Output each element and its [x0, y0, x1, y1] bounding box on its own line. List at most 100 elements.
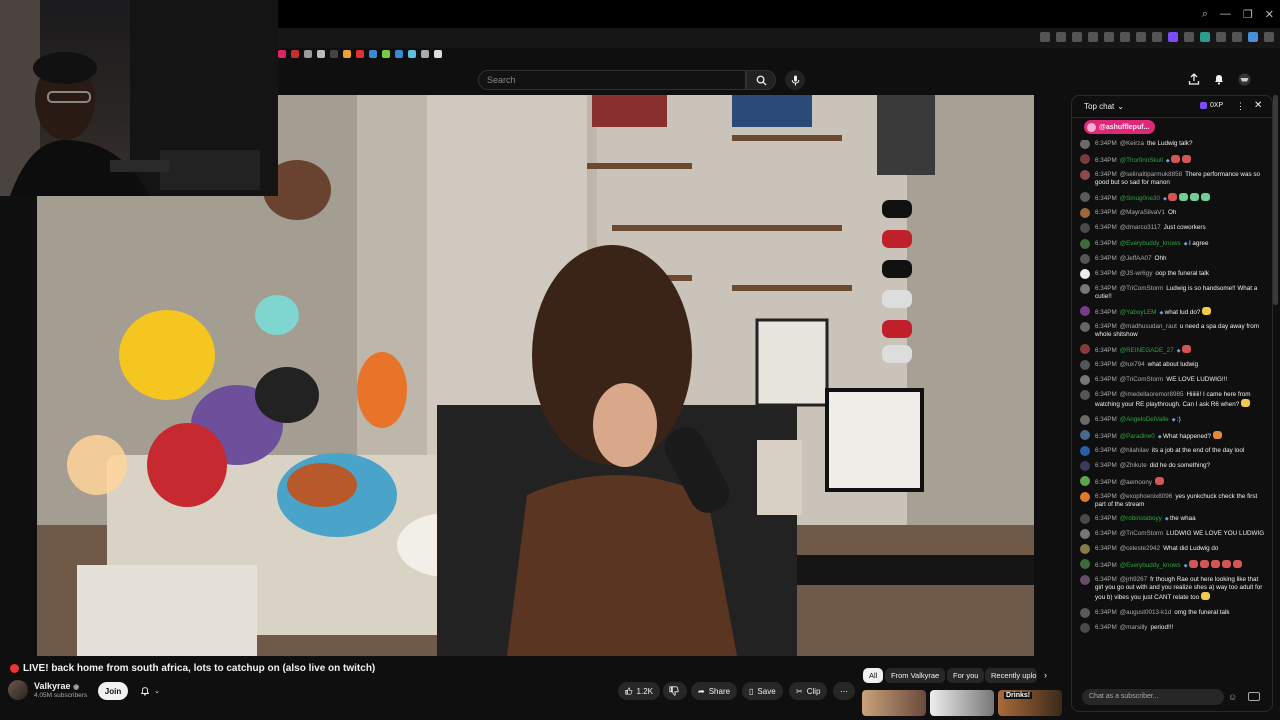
chat-message[interactable]: 6:34PM @Paradine0 ◆ What happened? [1080, 429, 1268, 441]
user-avatar[interactable] [1080, 154, 1090, 165]
user-avatar[interactable] [1080, 559, 1090, 570]
user-avatar[interactable] [1080, 390, 1090, 401]
user-avatar[interactable] [1080, 238, 1090, 249]
bookmark-icon[interactable] [304, 50, 312, 58]
user-avatar[interactable] [1080, 514, 1090, 525]
extension-icon[interactable] [1200, 32, 1210, 42]
user-avatar[interactable] [1080, 223, 1090, 234]
extension-icon[interactable] [1088, 32, 1098, 42]
account-avatar-icon[interactable] [1238, 73, 1251, 86]
channel-avatar[interactable] [8, 680, 28, 700]
extension-icon[interactable] [1072, 32, 1082, 42]
search-icon[interactable]: ⌕ [1202, 8, 1208, 21]
extension-icon[interactable] [1136, 32, 1146, 42]
chat-message[interactable]: 6:34PM @robinstaboyy ◆ the whaa [1080, 514, 1268, 525]
channel-points[interactable]: 0XP [1200, 102, 1223, 109]
chat-message[interactable]: 6:34PM @imedellaoremor8985 Hiiiiii! I came… [1080, 390, 1268, 409]
bookmark-icon[interactable] [434, 50, 442, 58]
chip-for-you[interactable]: For you [947, 668, 985, 683]
chat-message[interactable]: 6:34PM @exophoenix8096 yes yunkchuck check… [1080, 491, 1268, 509]
extension-icon[interactable] [1104, 32, 1114, 42]
video-thumbnail[interactable] [930, 690, 994, 716]
chat-mode-dropdown[interactable]: Top chat ⌄ [1084, 102, 1124, 111]
chat-message[interactable]: 6:34PM @REINEGADE_27 ◆ [1080, 344, 1268, 355]
bookmark-icon[interactable] [408, 50, 416, 58]
message-author[interactable]: @exophoenix8096 [1120, 493, 1173, 500]
user-avatar[interactable] [1080, 140, 1090, 149]
message-author[interactable]: @selinaltiparmuk8858 [1120, 171, 1182, 178]
chat-message[interactable]: 6:34PM @jrh9267 fr though Rae out here loo… [1080, 575, 1268, 602]
extension-icon[interactable] [1216, 32, 1226, 42]
message-author[interactable]: @Everybuddy_knows [1120, 240, 1181, 247]
bookmark-icon[interactable] [278, 50, 286, 58]
search-button[interactable] [746, 70, 776, 90]
subscription-bell-button[interactable]: ⌄ [134, 682, 166, 700]
user-avatar[interactable] [1080, 475, 1090, 486]
search-input[interactable]: Search [478, 70, 746, 90]
bookmark-icon[interactable] [317, 50, 325, 58]
extension-icon[interactable] [1248, 32, 1258, 42]
chip-recently-uploaded[interactable]: Recently uplo [985, 668, 1037, 683]
chat-message[interactable]: 6:34PM @lux794 what about ludwig [1080, 360, 1268, 371]
extension-icon[interactable] [1168, 32, 1178, 42]
chat-message[interactable]: 6:34PM @celeste2942 What did Ludwig do [1080, 544, 1268, 555]
chat-message[interactable]: 6:34PM @TriComStorm WE LOVE LUDWIG!!! [1080, 375, 1268, 386]
save-button[interactable]: ▯ Save [742, 682, 783, 700]
message-author[interactable]: @imedellaoremor8985 [1120, 391, 1184, 398]
chip-all[interactable]: All [863, 668, 884, 683]
user-avatar[interactable] [1080, 192, 1090, 203]
message-author[interactable]: @Smug0ne30 [1120, 195, 1160, 202]
message-author[interactable]: @robinstaboyy [1120, 515, 1162, 522]
message-author[interactable]: @MayraSilvaV1 [1120, 209, 1165, 216]
bookmark-icon[interactable] [330, 50, 338, 58]
chat-message[interactable]: 6:34PM @ThorfinnSkull ◆ [1080, 154, 1268, 165]
bookmark-icon[interactable] [343, 50, 351, 58]
close-window-button[interactable]: ✕ [1265, 8, 1274, 21]
user-avatar[interactable] [1080, 253, 1090, 264]
user-avatar[interactable] [1080, 305, 1090, 316]
message-author[interactable]: @madhusudan_raut [1120, 323, 1177, 330]
message-author[interactable]: @Zhikute [1120, 462, 1147, 469]
page-scrollbar[interactable] [1273, 95, 1278, 305]
chat-message[interactable]: 6:34PM @Zhikute did he do something? [1080, 460, 1268, 471]
channel-info[interactable]: Valkyrae ◉ 4.05M subscribers [8, 680, 87, 700]
video-thumbnail[interactable] [862, 690, 926, 716]
more-vertical-icon[interactable]: ⋮ [1236, 101, 1245, 112]
chat-message[interactable]: 6:34PM @Everybuddy_knows ◆ [1080, 559, 1268, 570]
message-author[interactable]: @dmarco3117 [1120, 224, 1161, 231]
bookmark-icon[interactable] [421, 50, 429, 58]
user-avatar[interactable] [1080, 208, 1090, 219]
message-author[interactable]: @ThorfinnSkull [1120, 157, 1163, 164]
join-button[interactable]: Join [98, 682, 128, 700]
chat-input[interactable]: Chat as a subscriber... [1082, 689, 1224, 705]
bookmark-icon[interactable] [382, 50, 390, 58]
chat-message[interactable]: 6:34PM @selinaltiparmuk8858 There performa… [1080, 170, 1268, 187]
chat-message[interactable]: 6:34PM @dmarco3117 Just coworkers [1080, 223, 1268, 234]
message-author[interactable]: @marsilly [1120, 624, 1148, 631]
user-avatar[interactable] [1080, 529, 1090, 540]
chat-message[interactable]: 6:34PM @Keirza the Ludwig talk? [1080, 140, 1268, 149]
user-avatar[interactable] [1080, 460, 1090, 471]
message-author[interactable]: @YaboyLEM [1120, 309, 1157, 316]
message-author[interactable]: @Paradine0 [1120, 433, 1155, 440]
message-author[interactable]: @Keirza [1120, 140, 1144, 147]
bookmark-icon[interactable] [291, 50, 299, 58]
like-button[interactable]: 1.2K [618, 682, 660, 700]
chip-from-valkyrae[interactable]: From Valkyrae [885, 668, 946, 683]
minimize-button[interactable]: — [1220, 8, 1231, 21]
user-avatar[interactable] [1080, 283, 1090, 294]
chat-message[interactable]: 6:34PM @august0013-k1d omg the funeral tal… [1080, 607, 1268, 618]
bookmark-icon[interactable] [356, 50, 364, 58]
message-author[interactable]: @JS-wr6gy [1120, 270, 1153, 277]
message-author[interactable]: @JeffAA07 [1120, 255, 1152, 262]
extension-icon[interactable] [1152, 32, 1162, 42]
message-author[interactable]: @AngeloDelValle [1120, 416, 1169, 423]
user-avatar[interactable] [1080, 607, 1090, 618]
close-chat-icon[interactable]: ✕ [1254, 100, 1262, 111]
message-author[interactable]: @TriComStorm [1120, 530, 1164, 537]
super-chat-icon[interactable] [1248, 692, 1260, 701]
chat-message[interactable]: 6:34PM @TriComStorm Ludwig is so handsome!… [1080, 283, 1268, 301]
share-icon[interactable] [1188, 73, 1200, 85]
chat-message[interactable]: 6:34PM @madhusudan_raut u need a spa day a… [1080, 322, 1268, 339]
message-author[interactable]: @hilahilav [1120, 447, 1149, 454]
